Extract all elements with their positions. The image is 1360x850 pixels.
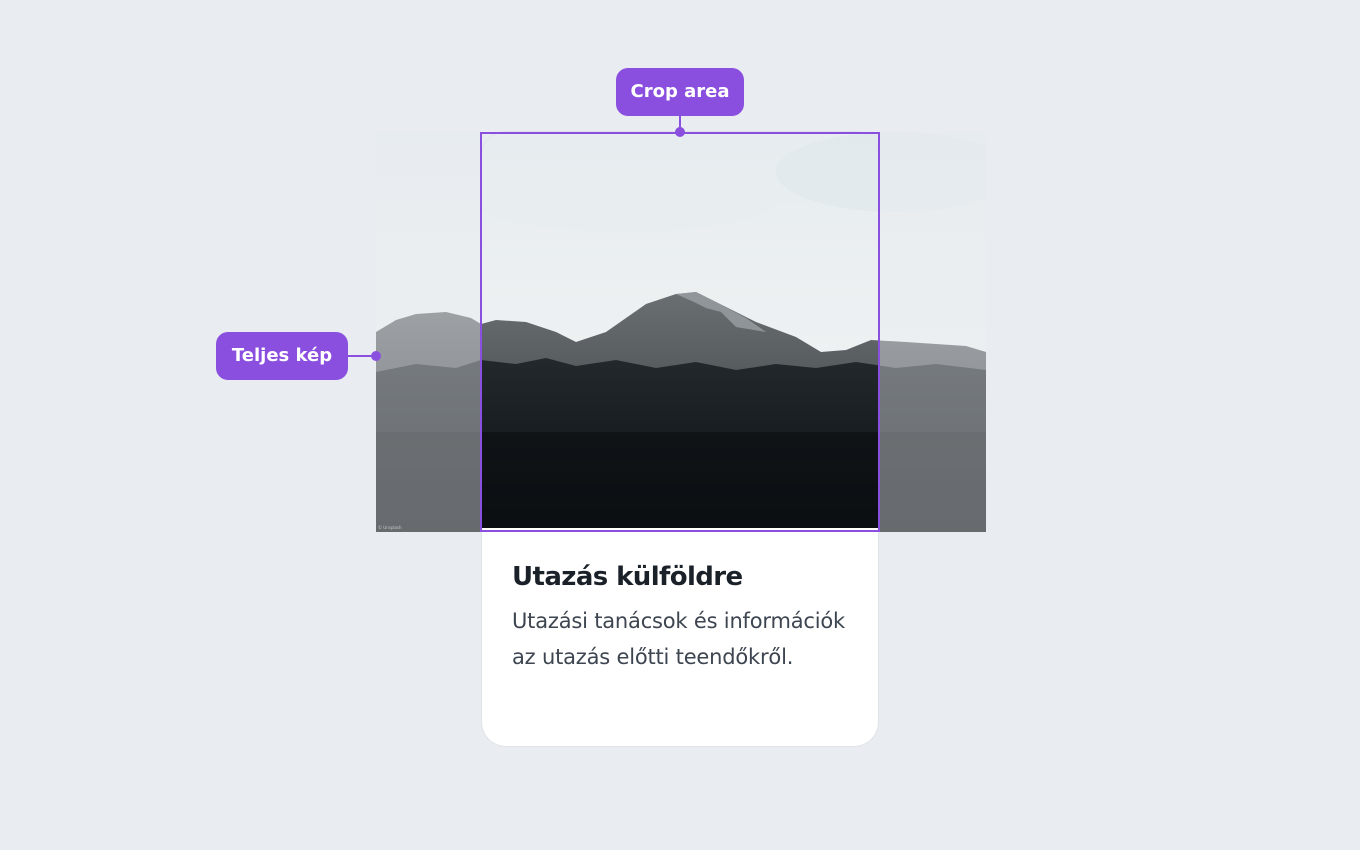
dim-overlay-left bbox=[376, 132, 481, 532]
full-image-connector-dot bbox=[371, 351, 381, 361]
dim-overlay-right bbox=[879, 132, 986, 532]
card-title: Utazás külföldre bbox=[512, 562, 743, 592]
card-image bbox=[482, 132, 878, 528]
crop-area-label: Crop area bbox=[616, 68, 744, 116]
card-mountain-photo bbox=[482, 132, 878, 528]
crop-connector-dot bbox=[675, 127, 685, 137]
image-credit: © Unsplash bbox=[378, 525, 402, 530]
card-description: Utazási tanácsok és információk az utazá… bbox=[512, 609, 845, 670]
travel-card[interactable]: Utazás külföldre Utazási tanácsok és inf… bbox=[482, 132, 878, 746]
full-image-label: Teljes kép bbox=[216, 332, 348, 380]
card-body: Utazás külföldre Utazási tanácsok és inf… bbox=[512, 562, 852, 675]
